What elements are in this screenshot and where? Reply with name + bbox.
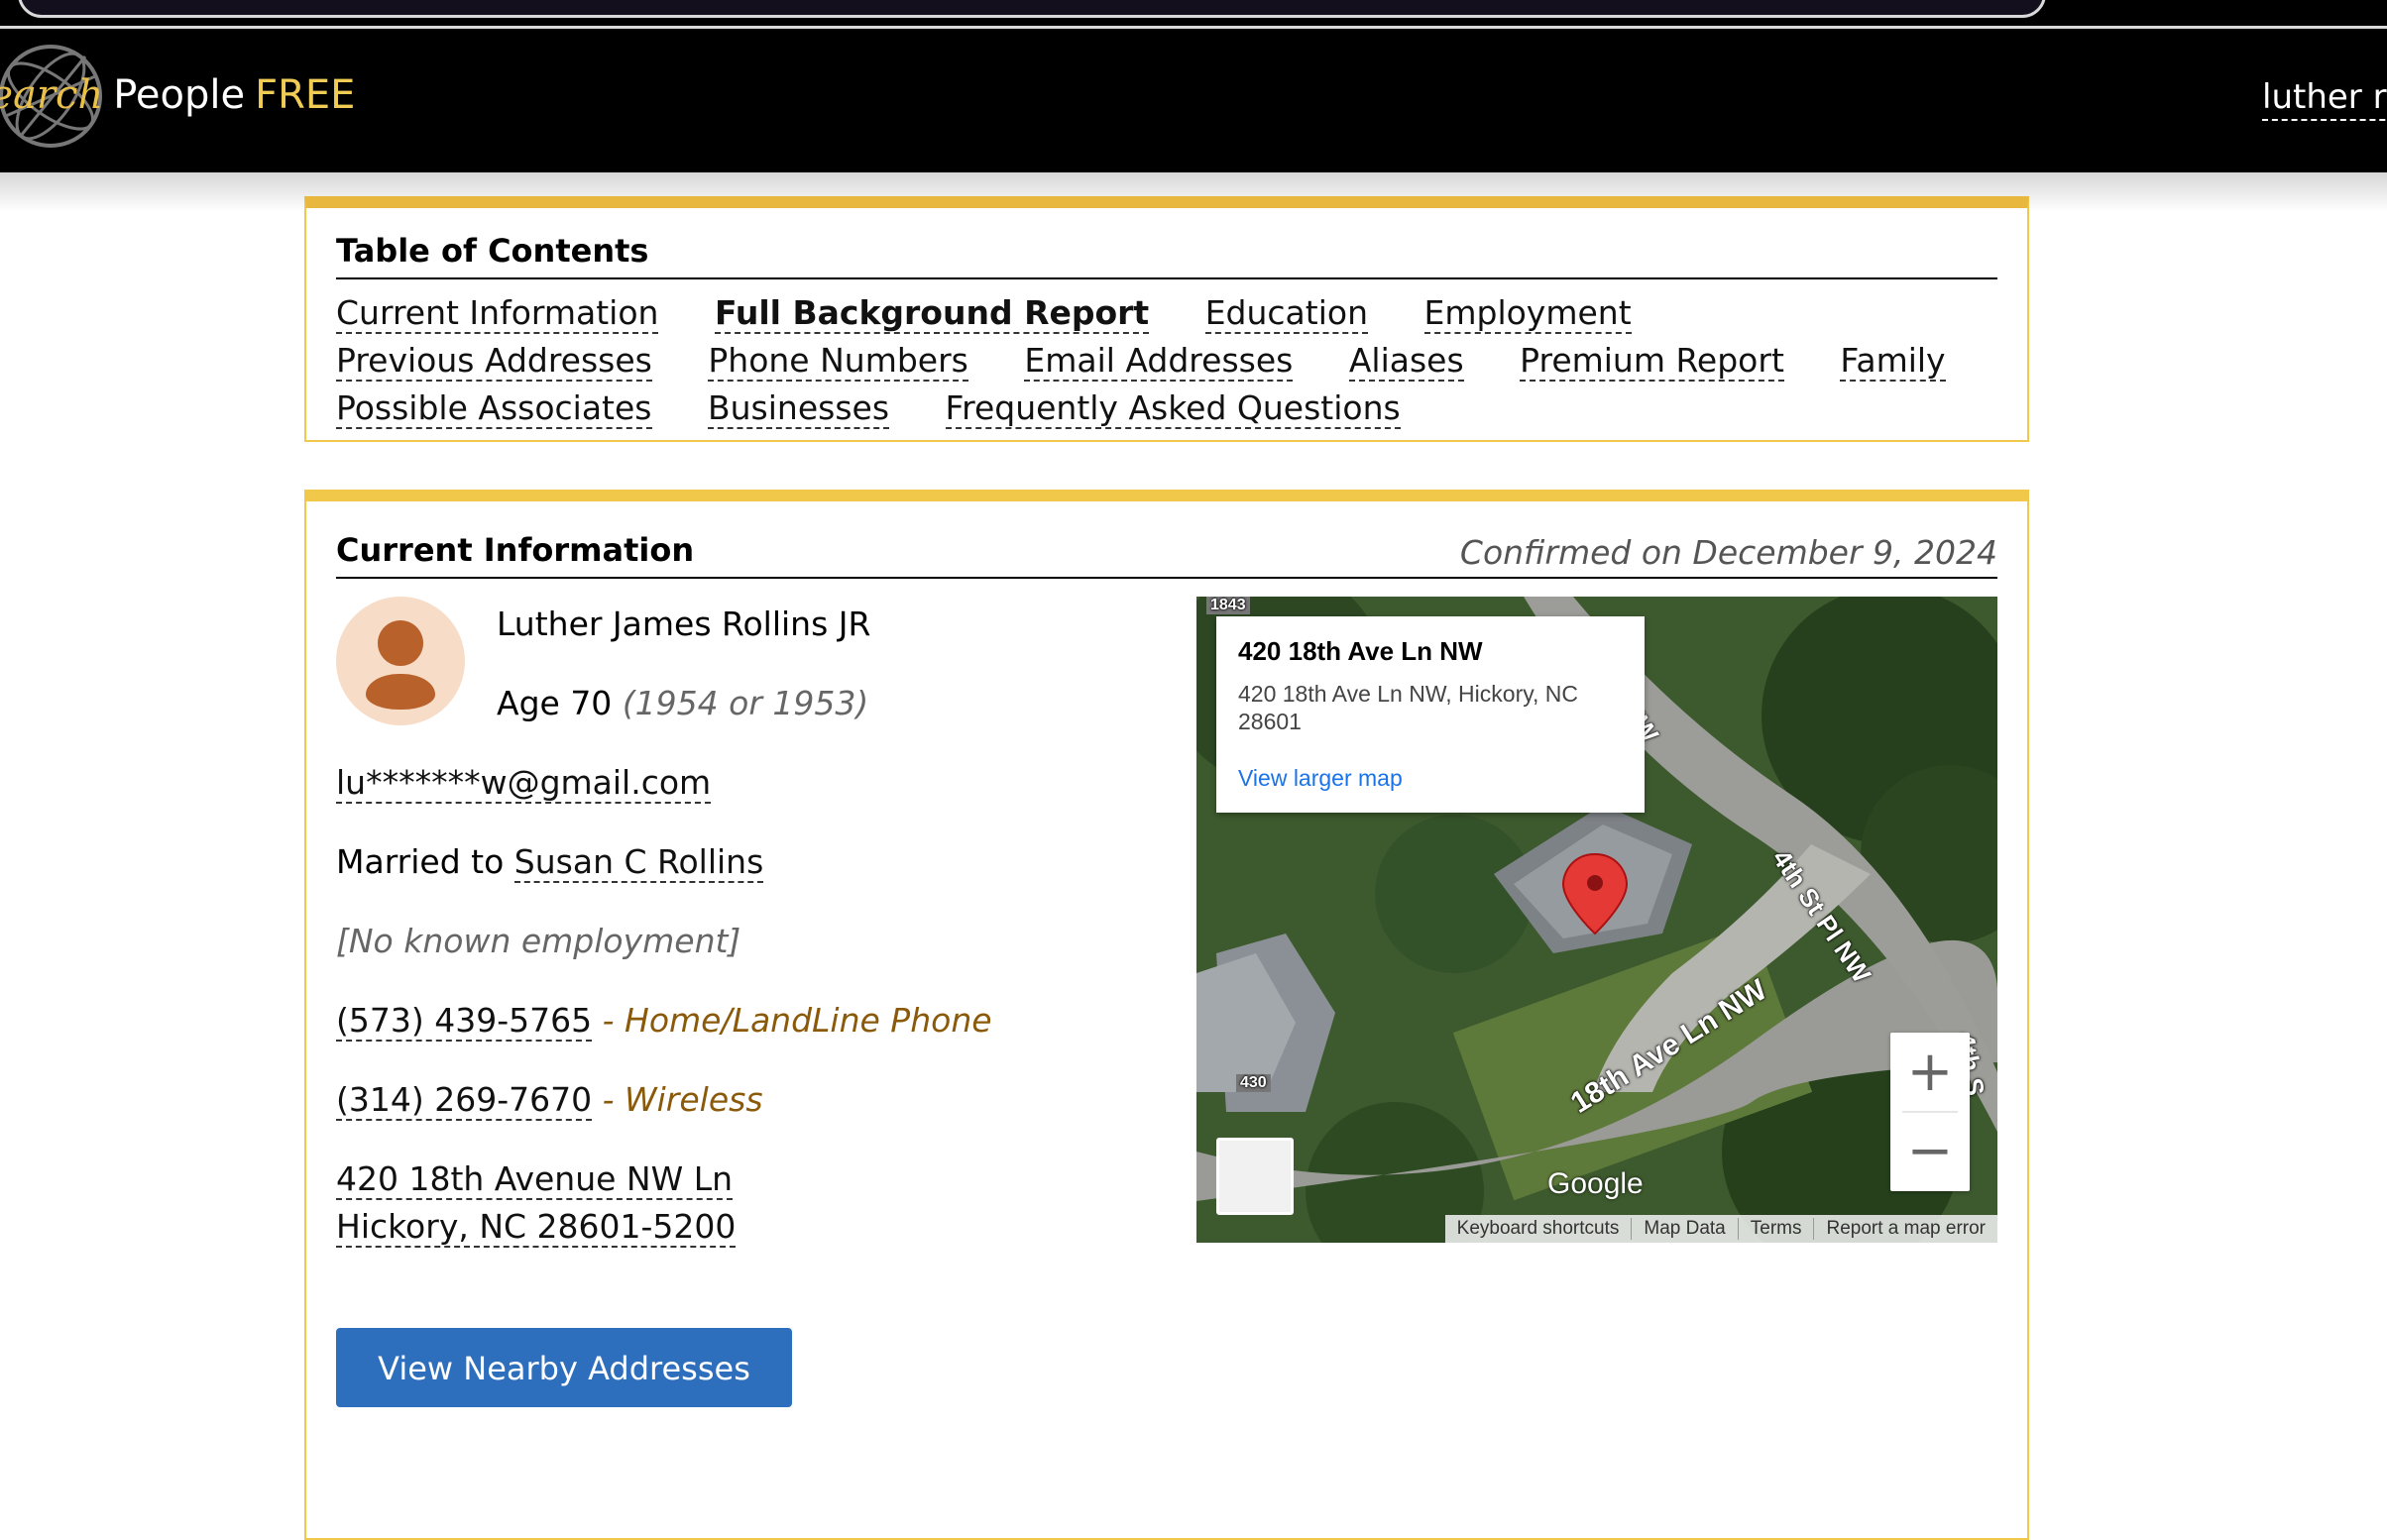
current-information-title: Current Information: [336, 531, 695, 569]
toc-link-phone-numbers[interactable]: Phone Numbers: [708, 341, 968, 382]
toc-link-family[interactable]: Family: [1840, 341, 1946, 382]
email-row: lu*******w@gmail.com: [336, 763, 712, 804]
married-prefix: Married to: [336, 842, 505, 881]
map-info-card: 420 18th Ave Ln NW 420 18th Ave Ln NW, H…: [1216, 616, 1645, 813]
current-title-rule: [336, 577, 1997, 579]
phone-type-2: - Wireless: [602, 1080, 763, 1119]
address-line-2-row: Hickory, NC 28601-5200: [336, 1207, 737, 1248]
map-zoom-control: + −: [1890, 1033, 1970, 1191]
avatar-icon: [336, 597, 465, 725]
toc-card: Table of Contents Current Information Fu…: [304, 196, 2029, 442]
view-larger-map-link[interactable]: View larger map: [1238, 765, 1403, 792]
toc-link-aliases[interactable]: Aliases: [1348, 341, 1464, 382]
map-card-title: 420 18th Ave Ln NW: [1238, 636, 1483, 666]
toc-link-email-addresses[interactable]: Email Addresses: [1024, 341, 1294, 382]
map-card-address: 420 18th Ave Ln NW, Hickory, NC 28601: [1238, 681, 1579, 734]
spouse-link[interactable]: Susan C Rollins: [513, 842, 764, 883]
toc-link-full-background-report[interactable]: Full Background Report: [714, 293, 1150, 334]
phone-link-1[interactable]: (573) 439-5765: [336, 1001, 593, 1042]
logo-free-word: FREE: [255, 72, 356, 118]
header-search-link[interactable]: luther rollins: [2262, 75, 2387, 121]
terms-link[interactable]: Terms: [1737, 1218, 1814, 1240]
logo-search-word: Search: [0, 72, 104, 118]
phone-row-2: (314) 269-7670 - Wireless: [336, 1080, 763, 1121]
age-label: Age 70: [497, 684, 613, 722]
map-number-430: 430: [1236, 1074, 1271, 1092]
email-link[interactable]: lu*******w@gmail.com: [336, 763, 712, 804]
toc-title-rule: [336, 277, 1997, 279]
address-line-1[interactable]: 420 18th Avenue NW Ln: [336, 1159, 734, 1200]
map-footer: Keyboard shortcuts Map Data Terms Report…: [1444, 1215, 1997, 1243]
view-nearby-addresses-button[interactable]: View Nearby Addresses: [336, 1328, 792, 1407]
address-line-2[interactable]: Hickory, NC 28601-5200: [336, 1207, 737, 1248]
toc-link-employment[interactable]: Employment: [1423, 293, 1632, 334]
phone-type-1: - Home/LandLine Phone: [602, 1001, 992, 1040]
phone-row-1: (573) 439-5765 - Home/LandLine Phone: [336, 1001, 992, 1042]
toc-link-current-information[interactable]: Current Information: [336, 293, 659, 334]
employment-status: [No known employment]: [336, 922, 741, 960]
toc-link-previous-addresses[interactable]: Previous Addresses: [336, 341, 652, 382]
spouse-row: Married to Susan C Rollins: [336, 842, 764, 883]
confirmed-date: Confirmed on December 9, 2024: [1459, 533, 1997, 572]
map-number-1843: 1843: [1206, 597, 1250, 614]
toc-links: Current Information Full Background Repo…: [336, 289, 2011, 432]
site-header: SearchPeopleFREE luther rollins: [0, 0, 2387, 172]
toc-link-possible-associates[interactable]: Possible Associates: [336, 388, 652, 429]
map-type-toggle-button[interactable]: [1216, 1138, 1294, 1215]
person-name: Luther James Rollins JR: [497, 605, 871, 643]
address-line-1-row: 420 18th Avenue NW Ln: [336, 1159, 734, 1200]
google-logo: Google: [1547, 1167, 1644, 1200]
map-data-link[interactable]: Map Data: [1631, 1218, 1737, 1240]
toc-link-businesses[interactable]: Businesses: [708, 388, 890, 429]
keyboard-shortcuts-link[interactable]: Keyboard shortcuts: [1445, 1218, 1632, 1240]
report-map-error-link[interactable]: Report a map error: [1813, 1218, 1997, 1240]
person-age: Age 70 (1954 or 1953): [497, 684, 868, 722]
location-map[interactable]: 1843 430 18th Ave Ln NW 4th St Pl NW NW …: [1196, 597, 1997, 1243]
phone-link-2[interactable]: (314) 269-7670: [336, 1080, 593, 1121]
header-divider: [0, 26, 2387, 29]
toc-link-faq[interactable]: Frequently Asked Questions: [945, 388, 1401, 429]
current-information-card: Current Information Confirmed on Decembe…: [304, 490, 2029, 1540]
toc-title: Table of Contents: [336, 232, 649, 270]
zoom-out-button[interactable]: −: [1890, 1112, 1970, 1191]
zoom-in-button[interactable]: +: [1890, 1033, 1970, 1112]
logo-people-word: People: [113, 72, 246, 118]
toc-link-premium-report[interactable]: Premium Report: [1520, 341, 1784, 382]
toc-link-education[interactable]: Education: [1204, 293, 1368, 334]
top-address-bar: [18, 0, 2046, 18]
birth-years: (1954 or 1953): [622, 684, 869, 722]
site-logo[interactable]: SearchPeopleFREE: [0, 65, 355, 125]
